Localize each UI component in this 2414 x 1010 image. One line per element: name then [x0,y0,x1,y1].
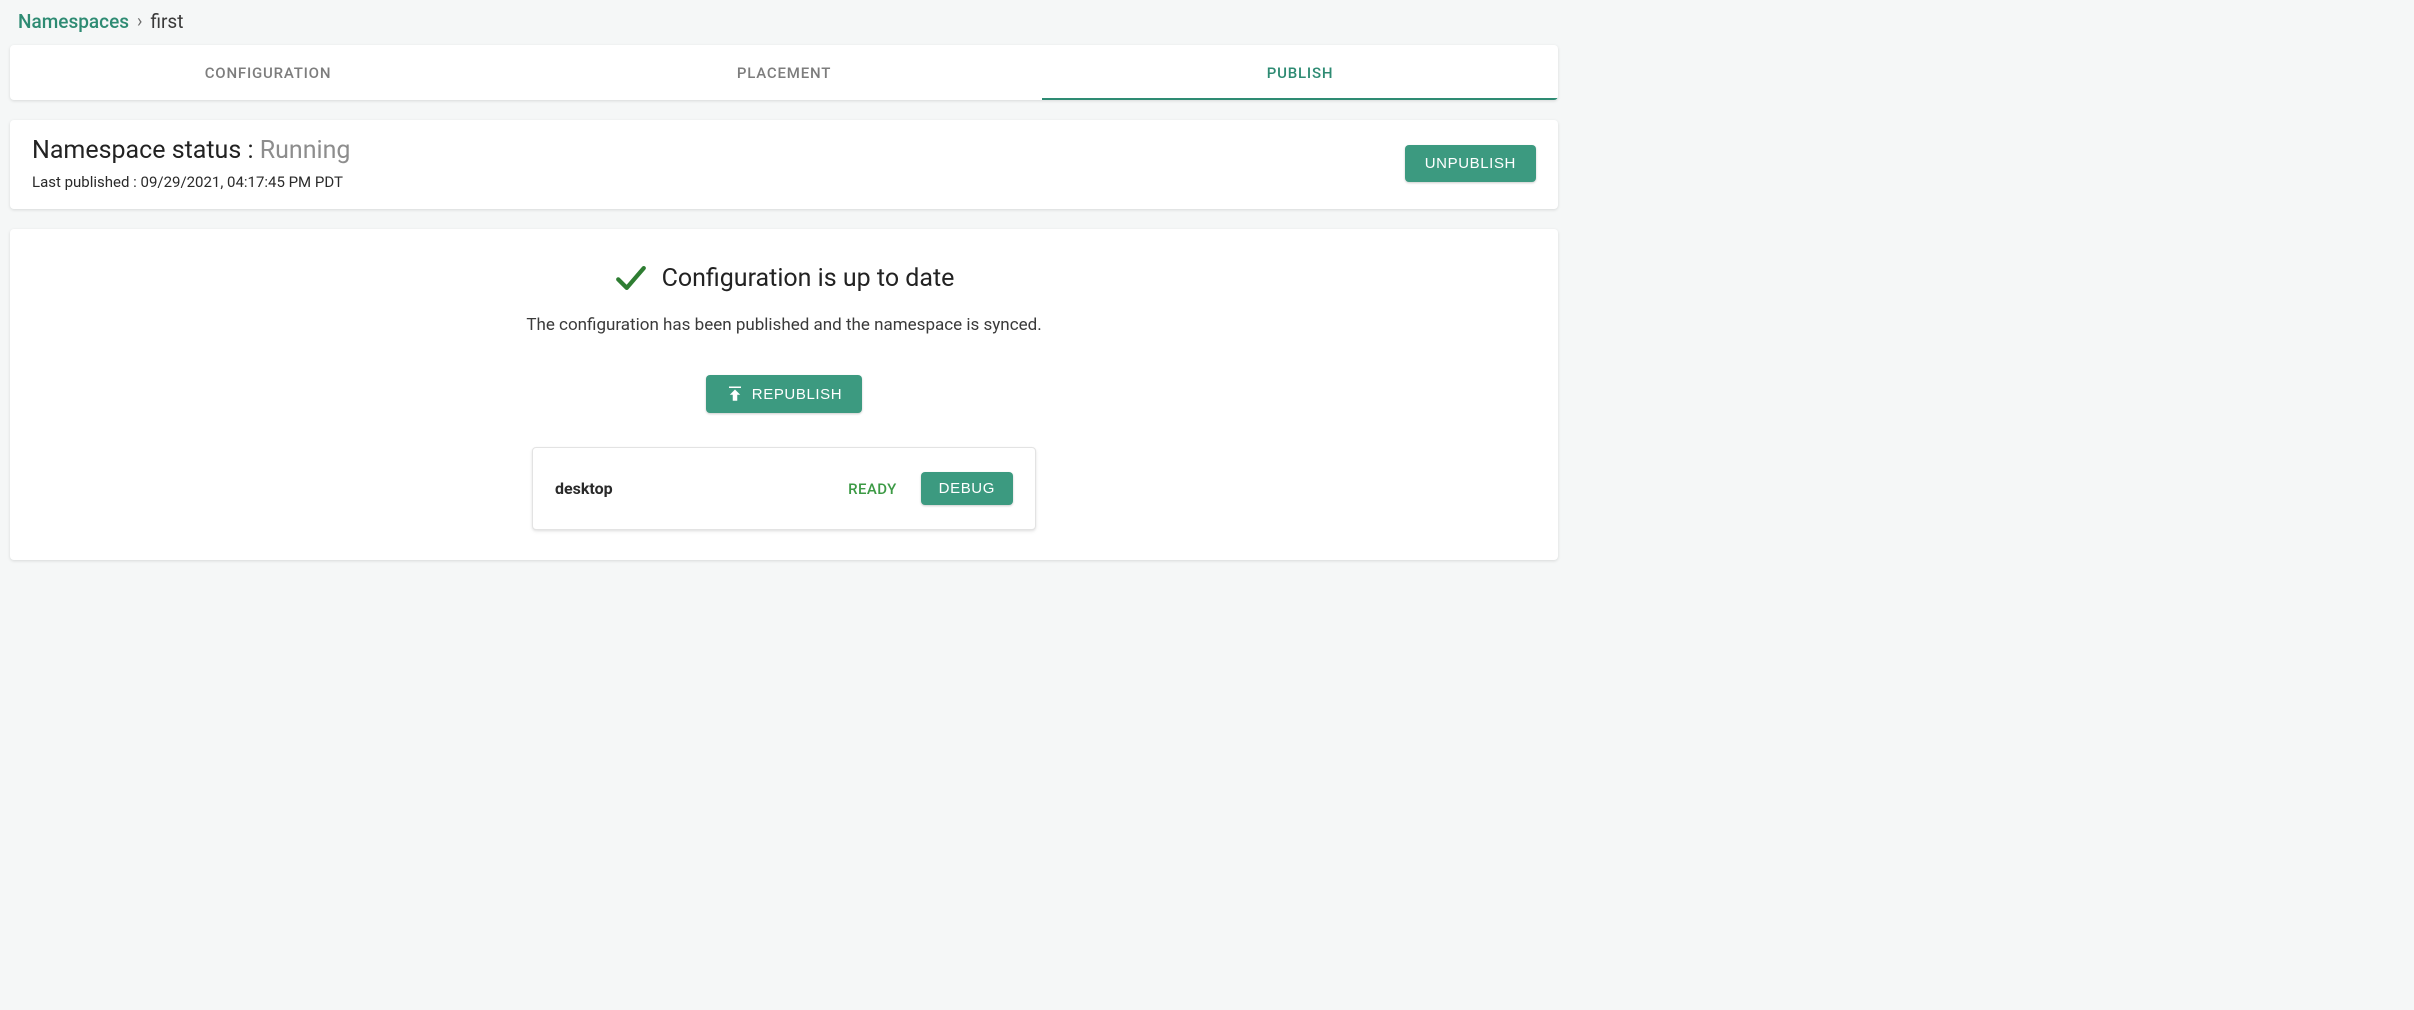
namespace-status-title: Namespace status : Running [32,136,350,165]
breadcrumb: Namespaces › first [10,8,1558,45]
republish-button[interactable]: REPUBLISH [706,375,862,413]
breadcrumb-current: first [150,10,183,33]
unpublish-button[interactable]: UNPUBLISH [1405,145,1536,182]
namespace-status-text: Namespace status : Running Last publishe… [32,136,350,191]
namespace-status-card: Namespace status : Running Last publishe… [10,120,1558,209]
check-icon [614,261,648,295]
breadcrumb-root-link[interactable]: Namespaces [18,10,129,33]
tab-configuration[interactable]: CONFIGURATION [10,45,526,100]
namespace-status-prefix: Namespace status : [32,136,254,165]
last-published-label: Last published : [32,173,137,191]
breadcrumb-separator: › [137,11,142,32]
node-status: READY [848,480,897,498]
tab-publish[interactable]: PUBLISH [1042,45,1558,100]
tab-placement[interactable]: PLACEMENT [526,45,1042,100]
last-published-value: 09/29/2021, 04:17:45 PM PDT [141,173,343,191]
tabs: CONFIGURATION PLACEMENT PUBLISH [10,45,1558,100]
republish-row: REPUBLISH [30,375,1538,413]
node-right: READY DEBUG [848,472,1013,505]
publish-title-row: Configuration is up to date [30,261,1538,295]
node-card: desktop READY DEBUG [532,447,1036,530]
publish-title: Configuration is up to date [662,264,955,293]
node-name: desktop [555,479,613,498]
republish-button-label: REPUBLISH [752,386,842,403]
debug-button[interactable]: DEBUG [921,472,1013,505]
namespace-status-value: Running [260,136,351,165]
last-published: Last published : 09/29/2021, 04:17:45 PM… [32,173,350,191]
publish-icon [726,385,744,403]
publish-panel: Configuration is up to date The configur… [10,229,1558,560]
publish-description: The configuration has been published and… [30,315,1538,335]
